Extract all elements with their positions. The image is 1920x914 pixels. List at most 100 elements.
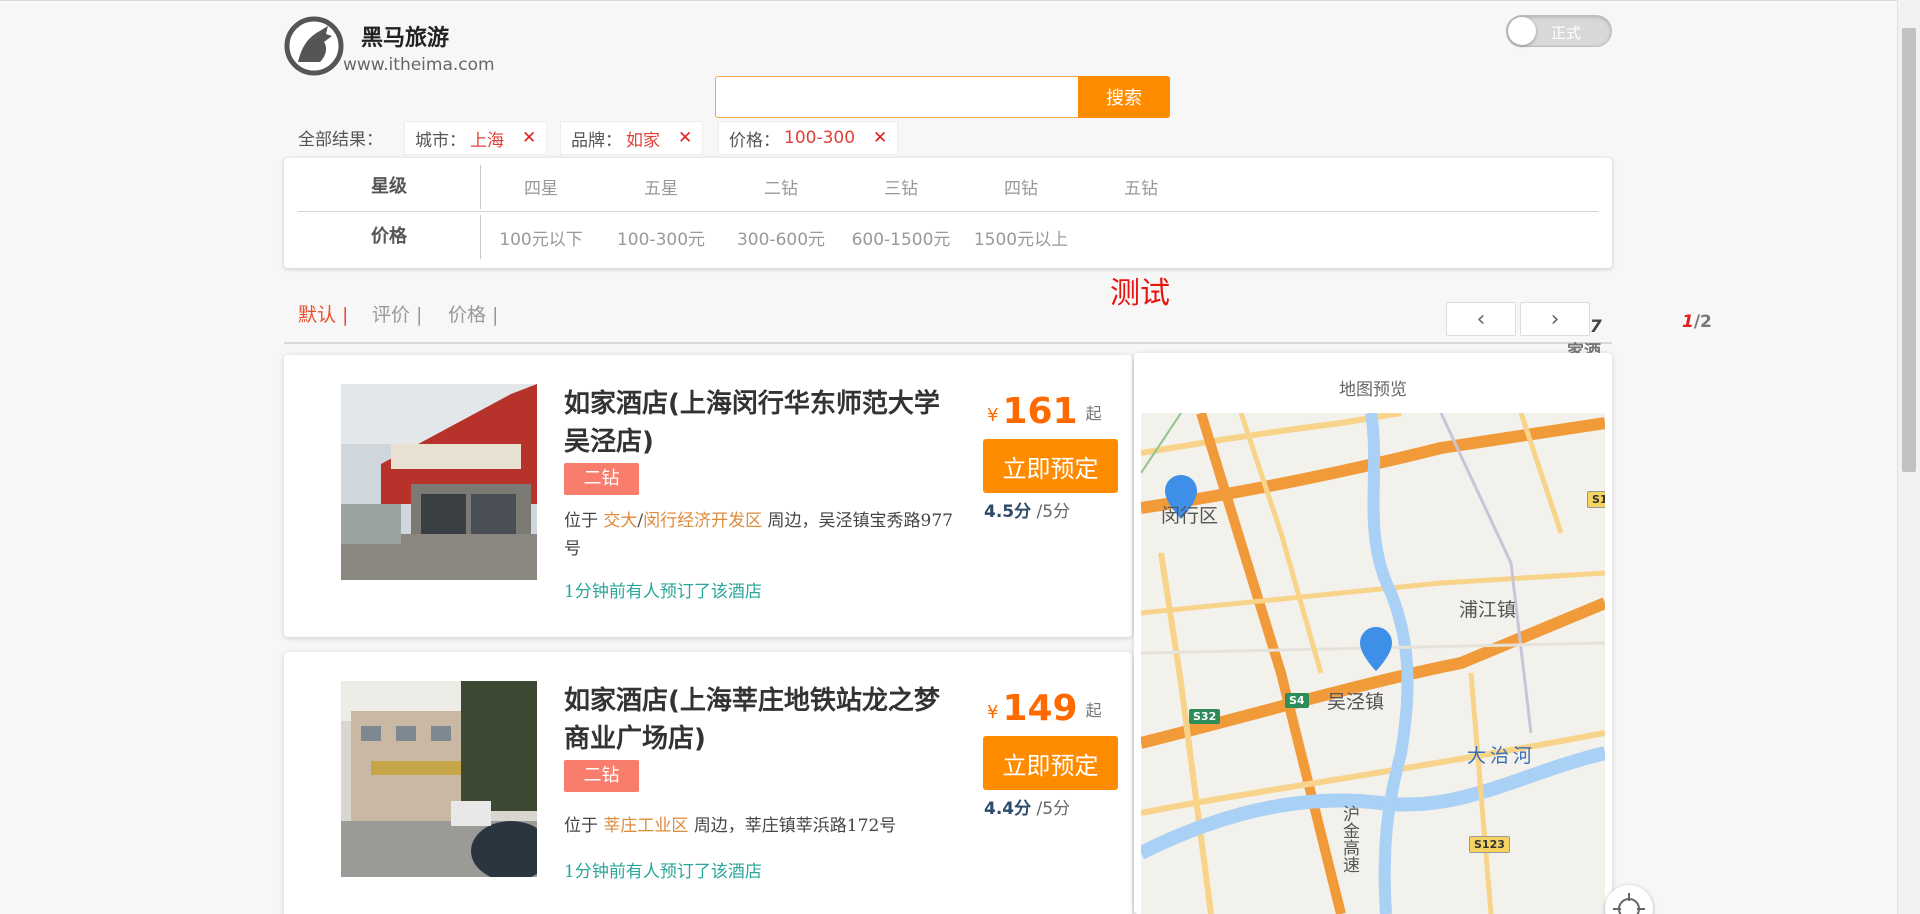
filter-option[interactable]: 300-600元	[721, 225, 841, 250]
hotel-card: 如家酒店(上海闵行华东师范大学吴泾店) 二钻 位于 交大/闵行经济开发区 周边，…	[284, 355, 1132, 637]
tag-value: 100-300	[784, 128, 856, 148]
page-scrollbar[interactable]	[1897, 0, 1920, 914]
map-label: 闵行区	[1161, 505, 1219, 527]
filter-option[interactable]: 100元以下	[481, 225, 601, 250]
map-label: 大治河	[1467, 745, 1537, 767]
score-value: 4.4分	[984, 799, 1032, 819]
price: ¥161 起	[987, 391, 1102, 432]
addr-suffix: 周边，莘庄镇莘浜路172号	[693, 816, 897, 836]
area-link[interactable]: 交大	[603, 511, 637, 531]
sort-price[interactable]: 价格 |	[448, 300, 498, 327]
road-sign: S123	[1469, 836, 1510, 853]
filter-option[interactable]: 600-1500元	[841, 225, 961, 250]
scrollbar-thumb[interactable]	[1902, 28, 1916, 472]
remove-filter-icon[interactable]: ✕	[873, 128, 887, 148]
chevron-right-icon: ›	[1550, 306, 1560, 332]
filter-panel: 星级 四星 五星 二钻 三钻 四钻 五钻 价格 100元以下 100-300元 …	[284, 158, 1612, 268]
page-indicator: 1/2	[1682, 312, 1712, 332]
chevron-left-icon: ‹	[1476, 306, 1486, 332]
filter-option[interactable]: 1500元以上	[961, 225, 1081, 250]
prev-page-button[interactable]: ‹	[1446, 302, 1516, 336]
road-sign: S4	[1285, 693, 1309, 708]
dark-horse-logo-icon	[284, 16, 344, 76]
brand-url: www.itheima.com	[343, 55, 495, 75]
map-canvas[interactable]: 闵行区 浦江镇 吴泾镇 大治河 沪金高速 S32 S4 S123 S12	[1141, 413, 1605, 914]
hotel-photo	[341, 681, 537, 877]
filter-tag-price: 价格： 100-300 ✕	[718, 121, 899, 155]
map-preview-card: 地图预览 闵行区 浦江镇 吴泾镇 大治河 沪金高速 S32 S4 S123 S1	[1134, 353, 1612, 914]
total-number: 7	[1589, 317, 1602, 337]
filter-option[interactable]: 四钻	[961, 174, 1081, 199]
filter-option[interactable]: 二钻	[721, 174, 841, 199]
hotel-address: 位于 交大/闵行经济开发区 周边，吴泾镇宝秀路977号	[564, 507, 964, 563]
star-badge: 二钻	[564, 760, 639, 792]
filter-option[interactable]: 三钻	[841, 174, 961, 199]
remove-filter-icon[interactable]: ✕	[678, 128, 692, 148]
filter-option[interactable]: 100-300元	[601, 225, 721, 250]
book-now-button[interactable]: 立即预定	[983, 736, 1118, 790]
hotel-card: 如家酒店(上海莘庄地铁站龙之梦商业广场店) 二钻 位于 莘庄工业区 周边，莘庄镇…	[284, 652, 1132, 914]
addr-prefix: 位于	[564, 511, 598, 531]
search-input[interactable]	[715, 76, 1080, 118]
page-current: 1	[1682, 312, 1694, 332]
road-sign: S12	[1587, 491, 1605, 508]
map-marker-icon[interactable]	[1360, 627, 1392, 671]
addr-prefix: 位于	[564, 816, 598, 836]
hotel-name[interactable]: 如家酒店(上海莘庄地铁站龙之梦商业广场店)	[564, 682, 959, 758]
filter-title: 价格	[298, 215, 481, 259]
map-label: 沪金高速	[1339, 805, 1359, 873]
next-page-button[interactable]: ›	[1520, 302, 1590, 336]
sort-bar: 默认 | 评价 | 价格 | 共 7 家酒店 1/2 ‹ ›	[284, 300, 1712, 387]
toggle-label: 正式	[1551, 24, 1582, 42]
price-suffix: 起	[1085, 701, 1102, 720]
filter-row-star: 星级 四星 五星 二钻 三钻 四钻 五钻	[298, 162, 1598, 212]
area-link[interactable]: 闵行经济开发区	[643, 511, 762, 531]
sort-rating[interactable]: 评价 |	[372, 300, 422, 327]
tag-value: 如家	[626, 130, 660, 151]
search-button[interactable]: 搜索	[1078, 76, 1170, 118]
filter-tag-brand: 品牌： 如家 ✕	[560, 121, 704, 155]
score: 4.5分 /5分	[984, 497, 1070, 522]
hotel-photo	[341, 384, 537, 580]
filter-tag-city: 城市： 上海 ✕	[404, 121, 548, 155]
map-label: 浦江镇	[1459, 599, 1517, 621]
filter-row-price: 价格 100元以下 100-300元 300-600元 600-1500元 15…	[298, 212, 1598, 262]
price-value: 149	[1002, 688, 1078, 729]
currency: ¥	[987, 702, 999, 723]
price-value: 161	[1002, 391, 1078, 432]
filter-option[interactable]: 四星	[481, 174, 601, 199]
env-toggle[interactable]: 正式	[1506, 15, 1612, 47]
tag-value: 上海	[470, 130, 504, 151]
brand-name: 黑马旅游	[361, 26, 450, 51]
top-border	[0, 0, 1897, 1]
filter-option[interactable]: 五星	[601, 174, 721, 199]
score-max: /5分	[1036, 799, 1071, 819]
remove-filter-icon[interactable]: ✕	[522, 128, 536, 148]
area-link[interactable]: 莘庄工业区	[603, 816, 688, 836]
score-value: 4.5分	[984, 502, 1032, 522]
score: 4.4分 /5分	[984, 794, 1070, 819]
road-sign: S32	[1189, 709, 1221, 724]
price: ¥149 起	[987, 688, 1102, 729]
sort-default[interactable]: 默认 |	[298, 300, 348, 327]
hotel-name[interactable]: 如家酒店(上海闵行华东师范大学吴泾店)	[564, 385, 959, 461]
recent-booking: 1分钟前有人预订了该酒店	[564, 582, 762, 602]
book-now-button[interactable]: 立即预定	[983, 439, 1118, 493]
filter-option[interactable]: 五钻	[1081, 174, 1201, 199]
all-results-label: 全部结果：	[298, 130, 383, 150]
tag-key: 品牌：	[571, 130, 622, 151]
map-label: 吴泾镇	[1327, 691, 1385, 713]
filter-title: 星级	[298, 164, 481, 209]
price-suffix: 起	[1085, 404, 1102, 423]
star-badge: 二钻	[564, 463, 639, 495]
currency: ¥	[987, 405, 999, 426]
toggle-knob	[1508, 17, 1536, 45]
tag-key: 城市：	[415, 130, 466, 151]
locate-button[interactable]	[1605, 885, 1653, 914]
page-total: /2	[1693, 312, 1712, 332]
hotel-address: 位于 莘庄工业区 周边，莘庄镇莘浜路172号	[564, 812, 964, 840]
tag-key: 价格：	[729, 130, 780, 151]
score-max: /5分	[1036, 502, 1071, 522]
recent-booking: 1分钟前有人预订了该酒店	[564, 862, 762, 882]
crosshair-icon	[1613, 893, 1645, 914]
